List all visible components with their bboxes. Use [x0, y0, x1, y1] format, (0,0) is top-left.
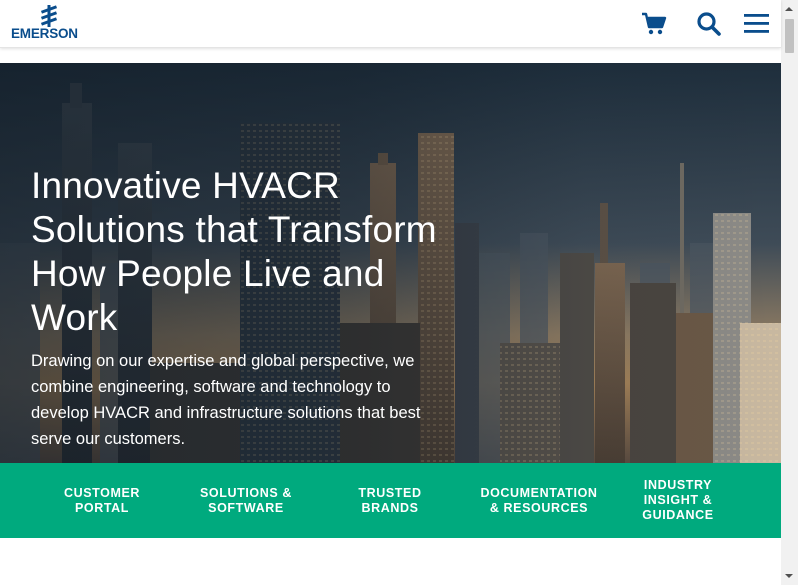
quick-nav-solutions-software[interactable]: SOLUTIONS & SOFTWARE: [171, 463, 321, 538]
hero-title: Innovative HVACR Solutions that Transfor…: [31, 165, 437, 338]
quick-nav-bar: CUSTOMER PORTAL SOLUTIONS & SOFTWARE TRU…: [0, 463, 781, 538]
quick-nav-trusted-brands[interactable]: TRUSTED BRANDS: [315, 463, 465, 538]
menu-icon[interactable]: [743, 10, 771, 38]
cart-icon[interactable]: [640, 10, 668, 38]
scrollbar-thumb[interactable]: [785, 19, 794, 53]
brand-name: EMERSON: [11, 26, 78, 41]
quick-nav-industry-insight[interactable]: INDUSTRY INSIGHT & GUIDANCE: [603, 463, 753, 538]
quick-nav-customer-portal[interactable]: CUSTOMER PORTAL: [27, 463, 177, 538]
scroll-down-arrow-icon[interactable]: [784, 571, 794, 581]
quick-nav-documentation-resources[interactable]: DOCUMENTATION & RESOURCES: [464, 463, 614, 538]
page-scrollbar[interactable]: [781, 0, 798, 585]
hero-banner: Innovative HVACR Solutions that Transfor…: [0, 63, 781, 463]
hero-description: Drawing on our expertise and global pers…: [31, 352, 421, 448]
site-header: EMERSON: [0, 0, 781, 48]
emerson-logo-mark-icon: [40, 5, 58, 27]
search-icon[interactable]: [695, 10, 723, 38]
scroll-up-arrow-icon[interactable]: [784, 4, 794, 14]
emerson-logo[interactable]: EMERSON: [11, 5, 91, 41]
